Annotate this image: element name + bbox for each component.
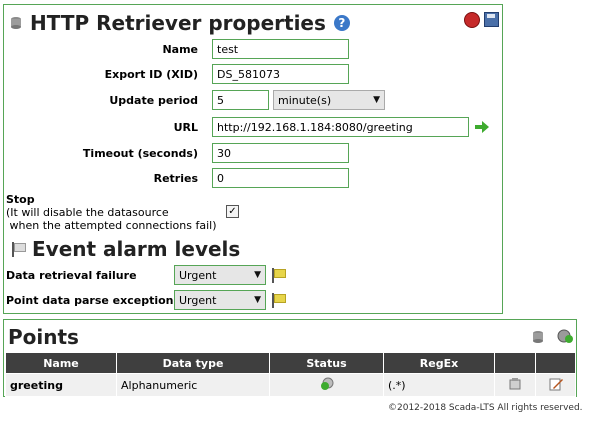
- help-icon[interactable]: ?: [333, 15, 350, 31]
- chevron-down-icon: ▼: [373, 95, 380, 105]
- name-label: Name: [162, 42, 198, 56]
- status-icon[interactable]: [319, 377, 335, 391]
- point-regex: (.*): [383, 373, 495, 397]
- retries-row: Retries 0: [4, 168, 349, 188]
- xid-row: Export ID (XID) DS_581073: [4, 64, 349, 84]
- update-period-label: Update period: [109, 93, 198, 107]
- properties-panel: HTTP Retriever properties ? Name test Ex…: [3, 4, 503, 314]
- point-status-cell: [269, 373, 384, 397]
- url-input[interactable]: http://192.168.1.184:8080/greeting: [212, 117, 469, 137]
- event-level-select-parse[interactable]: Urgent ▼: [174, 290, 266, 310]
- points-panel: Points Name Data type Status RegEx greet…: [3, 319, 577, 397]
- points-table-header: Name Data type Status RegEx: [5, 352, 576, 374]
- point-action-cell-1: [494, 373, 536, 397]
- page-title: HTTP Retriever properties: [30, 11, 326, 35]
- flag-icon[interactable]: [270, 292, 286, 308]
- table-row[interactable]: greeting Alphanumeric (.*): [5, 373, 576, 397]
- flag-icon[interactable]: [270, 267, 286, 283]
- point-action-cell-2: [535, 373, 576, 397]
- database-icon: [11, 17, 21, 29]
- add-point-icon[interactable]: [557, 328, 573, 344]
- point-data-type: Alphanumeric: [116, 373, 270, 397]
- properties-header: HTTP Retriever properties ?: [10, 11, 350, 35]
- event-row-parse: Point data parse exception Urgent ▼: [6, 290, 286, 310]
- stop-note-line2: when the attempted connections fail): [6, 219, 217, 232]
- retries-input[interactable]: 0: [212, 168, 349, 188]
- name-input[interactable]: test: [212, 39, 349, 59]
- column-header-regex: RegEx: [383, 352, 495, 374]
- column-header-data-type: Data type: [116, 352, 270, 374]
- column-header-name: Name: [5, 352, 117, 374]
- column-header-blank-2: [535, 352, 576, 374]
- point-name: greeting: [5, 373, 117, 397]
- stop-label: Stop: [6, 193, 35, 206]
- url-label: URL: [173, 120, 198, 134]
- event-row-retrieval: Data retrieval failure Urgent ▼: [6, 265, 286, 285]
- events-title: Event alarm levels: [32, 237, 241, 261]
- points-table: Name Data type Status RegEx greeting Alp…: [5, 352, 576, 397]
- status-icon[interactable]: [508, 377, 522, 391]
- column-header-status: Status: [269, 352, 384, 374]
- update-period-row: Update period 5 minute(s) ▼: [4, 90, 385, 110]
- points-title: Points: [8, 325, 79, 349]
- chevron-down-icon: ▼: [254, 295, 261, 305]
- stop-section: Stop (It will disable the datasource whe…: [6, 193, 217, 232]
- url-row: URL http://192.168.1.184:8080/greeting: [4, 117, 489, 137]
- stop-checkbox[interactable]: ✓: [226, 205, 239, 218]
- event-level-value-retrieval: Urgent: [179, 268, 217, 282]
- timeout-row: Timeout (seconds) 30: [4, 143, 349, 163]
- update-period-unit-value: minute(s): [278, 93, 332, 107]
- footer-copyright: ©2012-2018 Scada-LTS All rights reserved…: [388, 403, 583, 413]
- points-header: Points: [8, 325, 79, 349]
- timeout-label: Timeout (seconds): [82, 146, 198, 160]
- arrow-right-icon[interactable]: [475, 121, 489, 133]
- edit-icon[interactable]: [548, 377, 564, 391]
- name-row: Name test: [4, 39, 349, 59]
- stop-note-line1: (It will disable the datasource: [6, 206, 169, 219]
- delete-icon[interactable]: [464, 12, 480, 28]
- chevron-down-icon: ▼: [254, 270, 261, 280]
- flag-icon: [10, 241, 26, 257]
- retries-label: Retries: [153, 171, 198, 185]
- event-level-select-retrieval[interactable]: Urgent ▼: [174, 265, 266, 285]
- xid-label: Export ID (XID): [104, 67, 198, 81]
- event-label-parse: Point data parse exception: [6, 293, 174, 307]
- events-header: Event alarm levels: [10, 237, 240, 261]
- timeout-input[interactable]: 30: [212, 143, 349, 163]
- column-header-blank-1: [494, 352, 536, 374]
- event-label-retrieval: Data retrieval failure: [6, 268, 137, 282]
- xid-input[interactable]: DS_581073: [212, 64, 349, 84]
- save-icon[interactable]: [484, 12, 499, 27]
- event-level-value-parse: Urgent: [179, 293, 217, 307]
- update-period-input[interactable]: 5: [212, 90, 269, 110]
- update-period-unit-select[interactable]: minute(s) ▼: [273, 90, 385, 110]
- database-icon: [533, 331, 543, 343]
